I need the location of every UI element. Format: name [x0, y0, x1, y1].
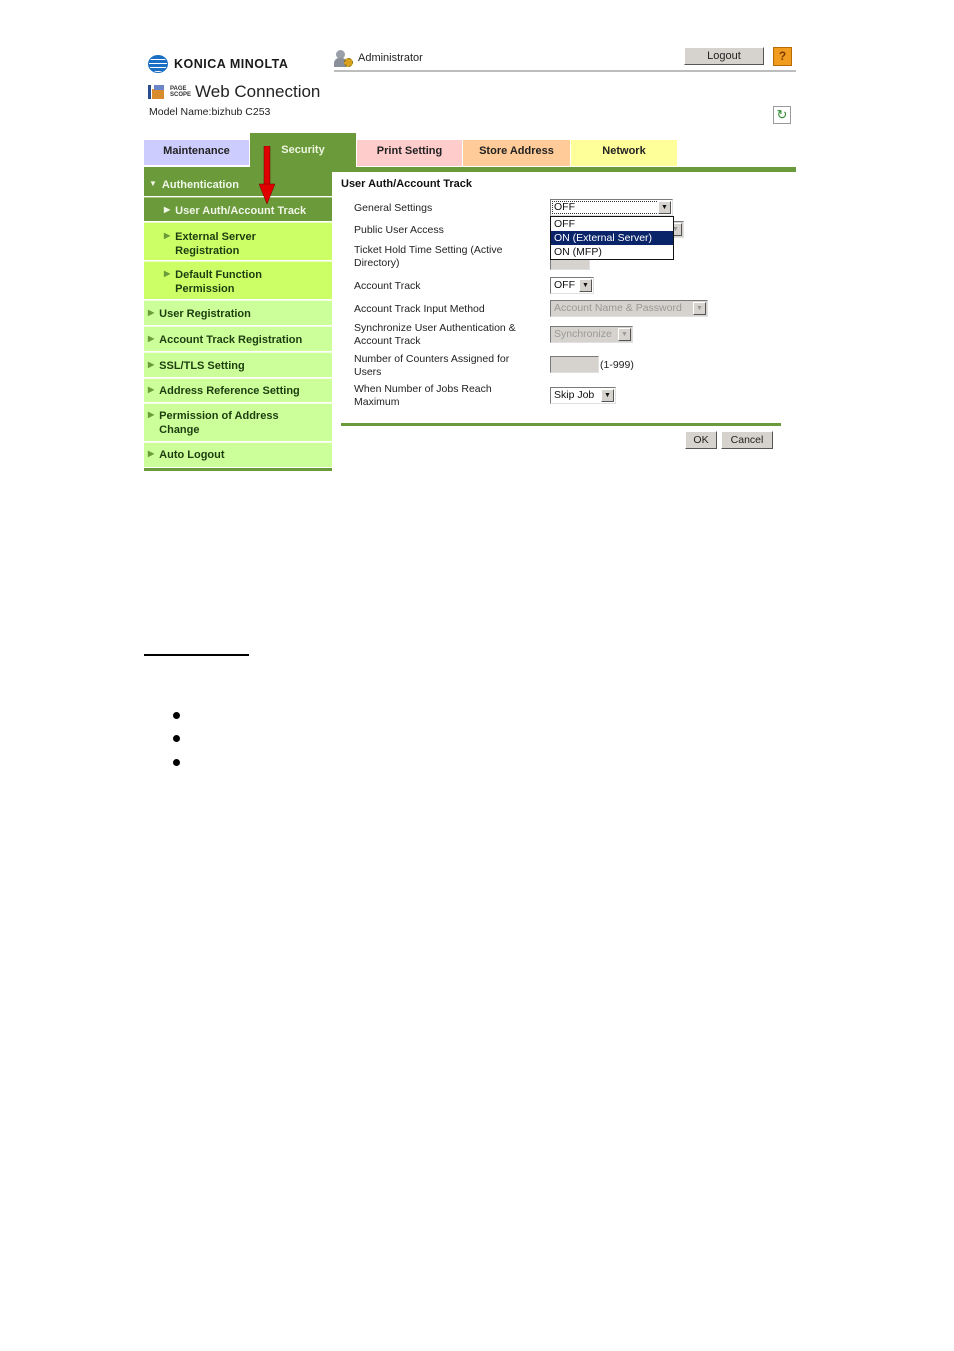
sidebar-item-account-track-registration[interactable]: ▶ Account Track Registration: [144, 326, 332, 351]
counters-range-hint: (1-999): [600, 359, 634, 371]
cancel-button[interactable]: Cancel: [721, 431, 773, 449]
sidebar-item-user-registration[interactable]: ▶ User Registration: [144, 300, 332, 325]
sidebar-item-address-reference-setting[interactable]: ▶ Address Reference Setting: [144, 378, 332, 402]
number-of-counters-input[interactable]: [550, 356, 599, 373]
bullet-icon: [173, 759, 180, 766]
sidebar-item-external-server-registration[interactable]: ▶ External Server Registration: [144, 222, 332, 260]
dropdown-option-on-external-server[interactable]: ON (External Server): [551, 231, 673, 245]
chevron-down-icon[interactable]: ▼: [693, 302, 706, 315]
ok-button[interactable]: OK: [685, 431, 717, 449]
pagescope-small-text: PAGE SCOPE: [170, 86, 192, 98]
brand-name: KONICA MINOLTA: [174, 57, 289, 71]
bullet-icon: [173, 712, 180, 719]
triangle-right-icon: ▶: [148, 385, 155, 394]
model-name: Model Name:bizhub C253: [149, 106, 271, 118]
label-synchronize: Synchronize User Authentication & Account…: [354, 322, 516, 347]
triangle-right-icon: ▶: [148, 334, 155, 343]
sidebar-item-auto-logout[interactable]: ▶ Auto Logout: [144, 442, 332, 467]
triangle-right-icon: ▶: [148, 360, 155, 369]
triangle-right-icon: ▶: [164, 269, 171, 278]
general-settings-select[interactable]: OFF ▼: [550, 199, 673, 216]
annotation-arrow-icon: [259, 146, 275, 204]
chevron-down-icon[interactable]: ▼: [579, 279, 592, 292]
content-divider: [341, 423, 781, 426]
sidebar-item-permission-of-address-change[interactable]: ▶ Permission of Address Change: [144, 403, 332, 441]
label-general-settings: General Settings: [354, 202, 433, 214]
label-account-track: Account Track: [354, 280, 421, 292]
administrator-icon: [334, 50, 354, 68]
dropdown-option-off[interactable]: OFF: [551, 217, 673, 231]
synchronize-select[interactable]: Synchronize ▼: [550, 326, 633, 343]
sidebar-section-authentication[interactable]: ▼ Authentication: [144, 172, 332, 196]
logout-button[interactable]: Logout: [684, 47, 764, 65]
triangle-right-icon: ▶: [148, 410, 155, 419]
triangle-right-icon: ▶: [164, 205, 171, 214]
label-public-user-access: Public User Access: [354, 224, 444, 236]
tab-store-address[interactable]: Store Address: [463, 140, 570, 166]
tab-print-setting[interactable]: Print Setting: [357, 140, 462, 166]
sidebar-item-default-function-permission[interactable]: ▶ Default Function Permission: [144, 261, 332, 299]
product-title: Web Connection: [195, 82, 321, 101]
label-number-of-counters: Number of Counters Assigned for Users: [354, 353, 510, 378]
jobs-reach-maximum-select[interactable]: Skip Job ▼: [550, 387, 616, 404]
general-settings-dropdown-list: OFF ON (External Server) ON (MFP): [550, 216, 674, 260]
help-icon[interactable]: ?: [773, 47, 792, 66]
pagescope-icon: [148, 83, 166, 101]
triangle-right-icon: ▶: [164, 231, 171, 240]
chevron-down-icon[interactable]: ▼: [618, 328, 631, 341]
pagescope-logo: PAGE SCOPE Web Connection: [148, 82, 320, 102]
label-account-track-input-method: Account Track Input Method: [354, 303, 485, 315]
chevron-down-icon[interactable]: ▼: [601, 389, 614, 402]
triangle-right-icon: ▶: [148, 308, 155, 317]
konica-minolta-logo: KONICA MINOLTA: [148, 54, 288, 74]
triangle-right-icon: ▶: [148, 449, 155, 458]
user-role: Administrator: [358, 52, 423, 64]
sidebar-bottom-divider: [144, 468, 332, 471]
dropdown-option-on-mfp[interactable]: ON (MFP): [551, 245, 673, 259]
label-ticket-hold-time: Ticket Hold Time Setting (Active Director…: [354, 244, 503, 269]
sidebar-item-ssl-tls-setting[interactable]: ▶ SSL/TLS Setting: [144, 352, 332, 377]
tab-maintenance[interactable]: Maintenance: [144, 140, 249, 166]
triangle-down-icon: ▼: [149, 179, 157, 188]
account-track-input-method-select[interactable]: Account Name & Password ▼: [550, 300, 708, 317]
label-jobs-reach-maximum: When Number of Jobs Reach Maximum: [354, 383, 492, 408]
heading-underline: [144, 654, 249, 656]
bullet-icon: [173, 735, 180, 742]
tab-network[interactable]: Network: [571, 140, 677, 166]
sidebar-item-user-auth-account-track[interactable]: ▶ User Auth/Account Track: [144, 197, 332, 221]
account-track-select[interactable]: OFF ▼: [550, 277, 594, 294]
chevron-down-icon[interactable]: ▼: [658, 201, 671, 214]
globe-logo-icon: [148, 55, 168, 73]
refresh-icon[interactable]: ↻: [773, 106, 791, 124]
page-title: User Auth/Account Track: [341, 178, 473, 190]
